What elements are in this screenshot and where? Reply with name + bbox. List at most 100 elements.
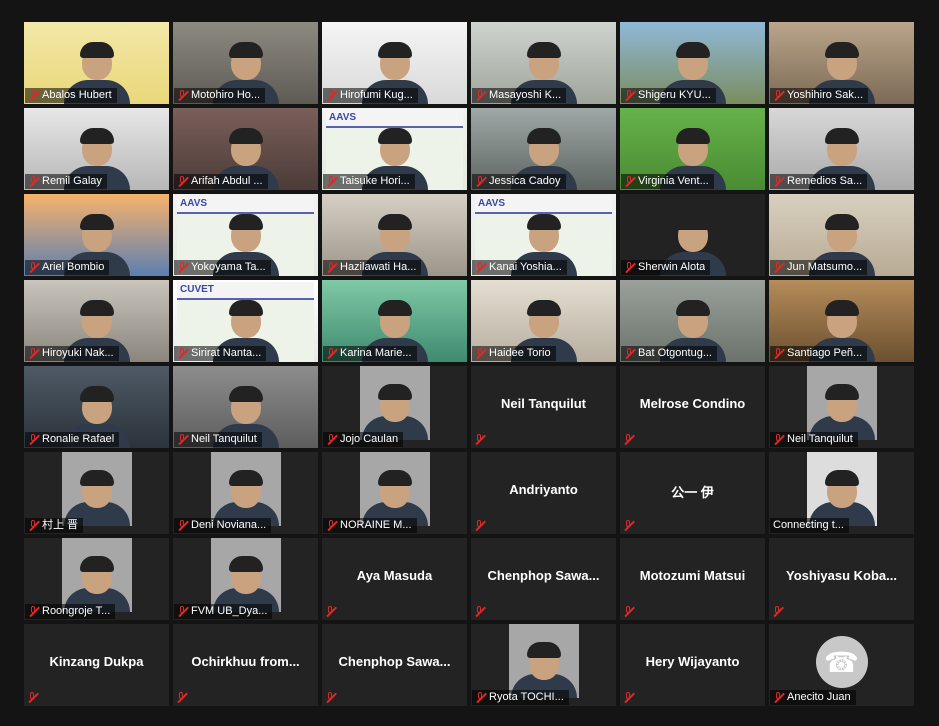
participant-tile[interactable]: Andriyanto <box>471 452 616 534</box>
microphone-muted-icon <box>28 262 39 273</box>
participant-tile[interactable]: Hazilawati Ha... <box>322 194 467 276</box>
participant-tile[interactable]: Ochirkhuu from... <box>173 624 318 706</box>
microphone-muted-icon <box>623 520 634 531</box>
participant-name: Hirofumi Kug... <box>340 89 413 101</box>
microphone-muted-icon <box>773 348 784 359</box>
microphone-muted-icon <box>623 434 634 445</box>
shared-slide-header: AAVS <box>326 110 463 128</box>
participant-tile[interactable]: Masayoshi K... <box>471 22 616 104</box>
participant-tile[interactable]: Kinzang Dukpa <box>24 624 169 706</box>
participant-tile[interactable]: Neil Tanquilut <box>769 366 914 448</box>
profile-picture <box>508 624 579 698</box>
participant-tile[interactable]: Yoshiyasu Koba... <box>769 538 914 620</box>
participant-name-label: Ryota TOCHI... <box>472 690 569 705</box>
participant-tile[interactable]: Jun Matsumo... <box>769 194 914 276</box>
participant-tile[interactable]: Chenphop Sawa... <box>322 624 467 706</box>
participant-tile[interactable]: Remedios Sa... <box>769 108 914 190</box>
participant-name: Shigeru KYU... <box>638 89 711 101</box>
participant-tile[interactable]: Jessica Cadoy <box>471 108 616 190</box>
microphone-muted-icon <box>773 176 784 187</box>
participant-tile[interactable]: Virginia Vent... <box>620 108 765 190</box>
participant-tile[interactable]: Roongroje T... <box>24 538 169 620</box>
participant-name: 村上 晋 <box>42 519 79 531</box>
participant-tile[interactable]: Connecting t... <box>769 452 914 534</box>
microphone-muted-icon <box>28 348 39 359</box>
participant-tile[interactable]: Chenphop Sawa... <box>471 538 616 620</box>
participant-tile[interactable]: Melrose Condino <box>620 366 765 448</box>
participant-name-label: Taisuke Hori... <box>323 174 415 189</box>
participant-name-label: Yoshihiro Sak... <box>770 88 869 103</box>
participant-tile[interactable]: 公一 伊 <box>620 452 765 534</box>
participant-tile[interactable]: Hirofumi Kug... <box>322 22 467 104</box>
participant-tile[interactable]: AAVS Taisuke Hori... <box>322 108 467 190</box>
shared-slide-header: AAVS <box>475 196 612 214</box>
participant-tile[interactable]: Motozumi Matsui <box>620 538 765 620</box>
microphone-muted-icon <box>177 520 188 531</box>
microphone-muted-icon <box>28 520 39 531</box>
participant-name-label: 村上 晋 <box>25 518 84 533</box>
participant-tile[interactable]: AAVS Kanai Yoshia... <box>471 194 616 276</box>
participant-tile[interactable]: AAVS Yokoyama Ta... <box>173 194 318 276</box>
participant-name: Ariel Bombio <box>42 261 105 273</box>
participant-tile[interactable]: Hery Wijayanto <box>620 624 765 706</box>
microphone-muted-icon <box>475 692 486 703</box>
participant-tile[interactable]: Deni Noviana... <box>173 452 318 534</box>
participant-name-label: Sirirat Nanta... <box>174 346 267 361</box>
participant-tile[interactable]: Remil Galay <box>24 108 169 190</box>
participant-tile[interactable]: Shigeru KYU... <box>620 22 765 104</box>
participant-display-name: Neil Tanquilut <box>501 396 586 411</box>
microphone-muted-icon <box>475 176 486 187</box>
participant-tile[interactable]: Abalos Hubert <box>24 22 169 104</box>
participant-tile[interactable]: Arifah Abdul ... <box>173 108 318 190</box>
participant-tile[interactable]: NORAINE M... <box>322 452 467 534</box>
participant-name: Jessica Cadoy <box>489 175 561 187</box>
participant-tile[interactable]: FVM UB_Dya... <box>173 538 318 620</box>
microphone-muted-icon <box>28 90 39 101</box>
participant-tile[interactable]: Hiroyuki Nak... <box>24 280 169 362</box>
participant-tile[interactable]: 村上 晋 <box>24 452 169 534</box>
microphone-muted-icon <box>326 520 337 531</box>
participant-name: Masayoshi K... <box>489 89 562 101</box>
participant-tile[interactable]: Karina Marie... <box>322 280 467 362</box>
participant-name: Motohiro Ho... <box>191 89 261 101</box>
microphone-muted-icon <box>773 692 784 703</box>
participant-name: Arifah Abdul ... <box>191 175 263 187</box>
participant-tile[interactable]: Neil Tanquilut <box>471 366 616 448</box>
profile-picture <box>359 452 430 526</box>
participant-name-label: NORAINE M... <box>323 518 417 533</box>
participant-name-label: Arifah Abdul ... <box>174 174 268 189</box>
participant-tile[interactable]: Santiago Peñ... <box>769 280 914 362</box>
participant-tile[interactable]: Aya Masuda <box>322 538 467 620</box>
participant-tile[interactable]: Ryota TOCHI... <box>471 624 616 706</box>
participant-tile[interactable]: Neil Tanquilut <box>173 366 318 448</box>
participant-tile[interactable]: Yoshihiro Sak... <box>769 22 914 104</box>
participant-tile[interactable]: Jojo Caulan <box>322 366 467 448</box>
participant-tile[interactable]: Haidee Torio <box>471 280 616 362</box>
participant-tile[interactable]: Ariel Bombio <box>24 194 169 276</box>
participant-display-name: Chenphop Sawa... <box>338 654 451 669</box>
microphone-muted-icon <box>177 606 188 617</box>
profile-picture <box>210 538 281 612</box>
participant-name-label: Roongroje T... <box>25 604 116 619</box>
participant-name-label: Jessica Cadoy <box>472 174 566 189</box>
participant-tile[interactable]: Sherwin Alota <box>620 194 765 276</box>
participant-name: Jojo Caulan <box>340 433 399 445</box>
participant-tile[interactable]: Motohiro Ho... <box>173 22 318 104</box>
microphone-muted-icon <box>177 176 188 187</box>
participant-name-label: Connecting t... <box>770 518 849 533</box>
participant-name-label: Hiroyuki Nak... <box>25 346 119 361</box>
profile-picture <box>210 452 281 526</box>
participant-name-label: Haidee Torio <box>472 346 556 361</box>
microphone-muted-icon <box>773 262 784 273</box>
participant-tile[interactable]: Ronalie Rafael <box>24 366 169 448</box>
microphone-muted-icon <box>474 520 485 531</box>
participant-name: Yokoyama Ta... <box>191 261 266 273</box>
participant-tile[interactable]: ☎ Anecito Juan <box>769 624 914 706</box>
participant-name: Neil Tanquilut <box>787 433 853 445</box>
participant-tile[interactable]: Bat Otgontug... <box>620 280 765 362</box>
microphone-muted-icon <box>326 176 337 187</box>
participant-name: Connecting t... <box>773 519 844 531</box>
participant-tile[interactable]: CUVET Sirirat Nanta... <box>173 280 318 362</box>
participant-name: Karina Marie... <box>340 347 412 359</box>
microphone-muted-icon <box>475 348 486 359</box>
